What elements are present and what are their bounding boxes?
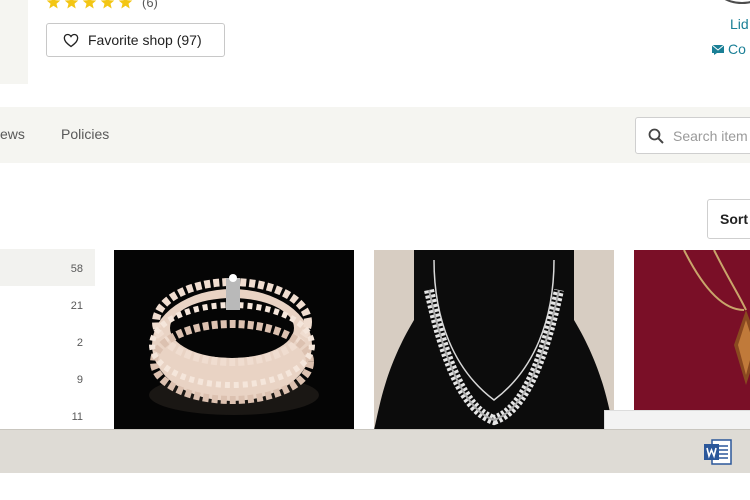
section-count: 21 (70, 300, 83, 312)
envelope-icon (712, 44, 724, 55)
shop-rating[interactable]: (6) (46, 0, 158, 10)
search-input[interactable] (673, 127, 750, 144)
section-item[interactable]: 9 (0, 360, 95, 397)
favorite-shop-button[interactable]: Favorite shop (97) (46, 23, 225, 57)
star-icon (64, 0, 79, 10)
listing-image-pearl-bracelet[interactable] (114, 250, 354, 430)
search-icon (648, 128, 664, 144)
heart-icon (63, 33, 79, 48)
section-item[interactable]: 21 (0, 286, 95, 323)
section-count: 9 (76, 374, 83, 386)
section-count: 11 (71, 411, 83, 423)
tab-policies[interactable]: Policies (61, 126, 109, 142)
taskbar (0, 429, 750, 473)
section-list: 58 21 2 9 11 (0, 249, 95, 434)
section-item[interactable]: 58 (0, 249, 95, 286)
section-count: 2 (76, 337, 83, 349)
shop-nav: ews Policies (0, 107, 750, 163)
listing-image-crystal-necklace[interactable] (374, 250, 614, 430)
listing-image-pendant[interactable] (634, 250, 750, 430)
star-icon (118, 0, 133, 10)
search-box[interactable] (635, 117, 750, 154)
star-icon (100, 0, 115, 10)
left-panel (0, 0, 28, 84)
section-count: 58 (70, 263, 83, 275)
tab-reviews[interactable]: ews (0, 126, 25, 142)
contact-label: Co (728, 41, 746, 57)
shop-owner-link[interactable]: Lid (730, 16, 749, 32)
sort-button[interactable]: Sort (707, 199, 750, 239)
star-icon (46, 0, 61, 10)
star-icon (82, 0, 97, 10)
contact-link[interactable]: Co (712, 41, 746, 57)
section-item[interactable]: 2 (0, 323, 95, 360)
word-icon[interactable] (703, 437, 733, 467)
favorite-shop-label: Favorite shop (97) (88, 32, 202, 48)
rating-count[interactable]: (6) (142, 0, 158, 10)
avatar[interactable] (712, 0, 750, 4)
